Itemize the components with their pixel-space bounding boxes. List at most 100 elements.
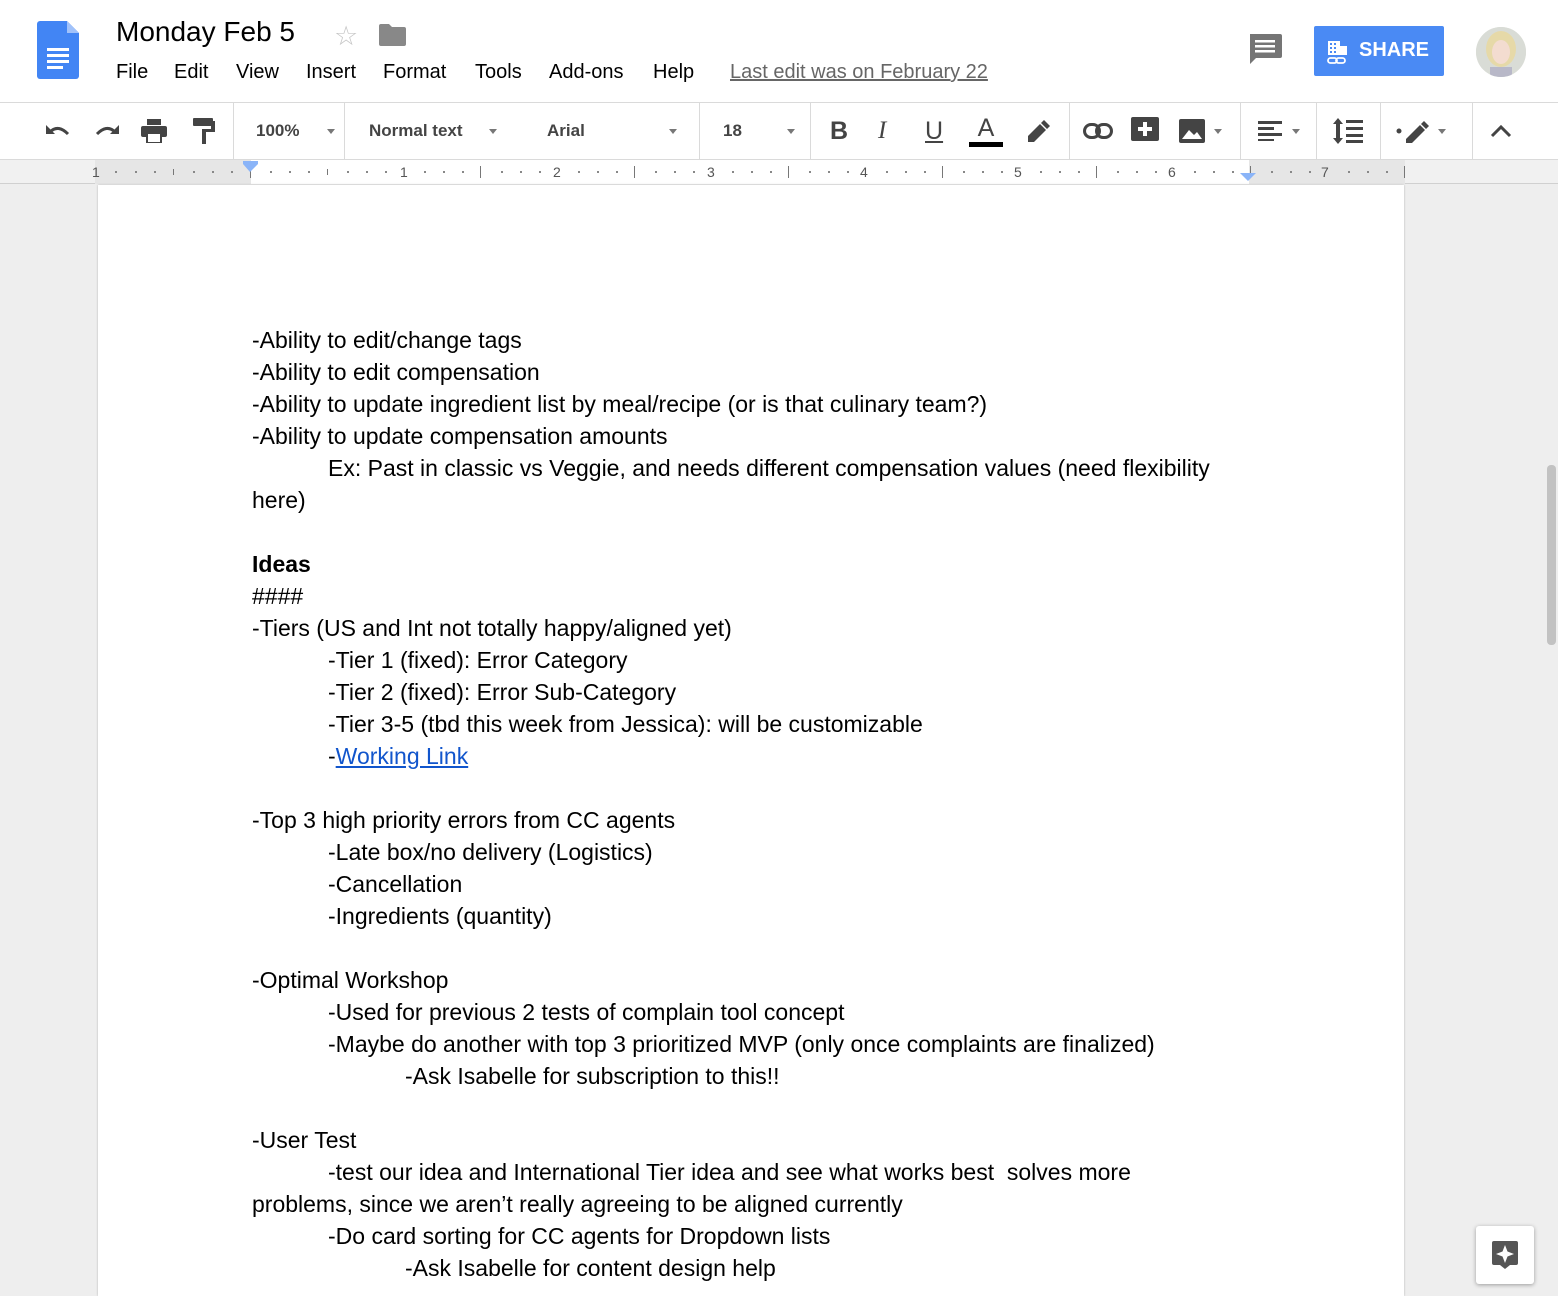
- doc-line: -Tier 2 (fixed): Error Sub-Category: [328, 679, 677, 705]
- style-value: Normal text: [369, 121, 463, 140]
- font-select[interactable]: Arial: [547, 103, 677, 159]
- left-indent-marker: [243, 164, 258, 172]
- font-size-value: 18: [723, 121, 742, 140]
- share-button[interactable]: SHARE: [1314, 26, 1444, 76]
- menu-insert[interactable]: Insert: [306, 61, 356, 84]
- highlight-icon[interactable]: [1024, 103, 1050, 159]
- explore-button[interactable]: [1476, 1226, 1534, 1284]
- ruler: 1 1 2 3 4 5 6 7: [0, 160, 1558, 184]
- doc-line: -Optimal Workshop: [252, 967, 449, 993]
- chevron-down-icon: [1438, 128, 1446, 134]
- link-prefix: -: [328, 743, 336, 769]
- working-link[interactable]: Working Link: [336, 743, 469, 769]
- underline-button[interactable]: U: [925, 103, 943, 159]
- document-body[interactable]: -Ability to edit/change tags -Ability to…: [252, 324, 1252, 1284]
- doc-line: -Maybe do another with top 3 prioritized…: [328, 1031, 1155, 1057]
- chevron-down-icon: [327, 128, 336, 134]
- zoom-value: 100%: [256, 121, 300, 140]
- menu-file[interactable]: File: [116, 61, 148, 84]
- bold-label: B: [830, 116, 849, 145]
- line-spacing-icon[interactable]: [1333, 103, 1363, 159]
- docs-logo-icon[interactable]: [37, 21, 79, 79]
- doc-line: -Tiers (US and Int not totally happy/ali…: [252, 615, 732, 641]
- collapse-menu-icon[interactable]: [1490, 103, 1512, 159]
- menu-view[interactable]: View: [236, 61, 279, 84]
- doc-line: -Ask Isabelle for content design help: [405, 1255, 776, 1281]
- ruler-number: 1: [92, 164, 100, 180]
- ruler-number: 4: [860, 164, 868, 180]
- doc-heading: Ideas: [252, 551, 311, 577]
- chevron-down-icon: [1292, 128, 1300, 134]
- menu-edit[interactable]: Edit: [174, 61, 208, 84]
- doc-line: problems, since we aren’t really agreein…: [252, 1191, 903, 1217]
- doc-line: here): [252, 487, 306, 513]
- insert-image-icon[interactable]: [1179, 103, 1222, 159]
- share-label: SHARE: [1359, 39, 1430, 61]
- undo-icon[interactable]: [44, 103, 72, 159]
- doc-line: -Do card sorting for CC agents for Dropd…: [328, 1223, 831, 1249]
- chevron-down-icon: [1214, 128, 1222, 134]
- ruler-number: 1: [400, 164, 408, 180]
- doc-line: -Cancellation: [328, 871, 463, 897]
- menu-tools[interactable]: Tools: [475, 61, 522, 84]
- print-icon[interactable]: [141, 103, 167, 159]
- doc-line: -test our idea and International Tier id…: [328, 1159, 1131, 1185]
- doc-line: -Ability to update compensation amounts: [252, 423, 668, 449]
- editing-mode-icon[interactable]: [1396, 103, 1446, 159]
- zoom-select[interactable]: 100%: [256, 103, 336, 159]
- chevron-down-icon: [786, 128, 795, 134]
- italic-button[interactable]: I: [878, 103, 886, 159]
- doc-line: -User Test: [252, 1127, 357, 1153]
- doc-line: -Top 3 high priority errors from CC agen…: [252, 807, 676, 833]
- menu-help[interactable]: Help: [653, 61, 694, 84]
- toolbar: 100% Normal text Arial 18 B I U A: [0, 102, 1558, 160]
- app-header: Monday Feb 5 ☆ File Edit View Insert For…: [0, 0, 1558, 102]
- redo-icon[interactable]: [93, 103, 121, 159]
- doc-line: ####: [252, 583, 304, 609]
- doc-line: -Ability to edit compensation: [252, 359, 540, 385]
- doc-line: -Ability to update ingredient list by me…: [252, 391, 988, 417]
- add-comment-icon[interactable]: [1131, 103, 1159, 159]
- doc-line-empty: [252, 1092, 1252, 1124]
- explore-icon: [1492, 1241, 1518, 1269]
- doc-line: -Ability to edit/change tags: [252, 327, 522, 353]
- doc-line: -Late box/no delivery (Logistics): [328, 839, 653, 865]
- doc-line-with-link: -Working Link: [252, 740, 1252, 772]
- chevron-down-icon: [488, 128, 497, 134]
- doc-line-empty: [252, 932, 1252, 964]
- menu-format[interactable]: Format: [383, 61, 446, 84]
- ruler-number: 2: [553, 164, 561, 180]
- paint-format-icon[interactable]: [193, 103, 215, 159]
- chevron-down-icon: [668, 128, 677, 134]
- doc-line: -Tier 1 (fixed): Error Category: [328, 647, 628, 673]
- font-size-select[interactable]: 18: [723, 103, 795, 159]
- ruler-number: 7: [1321, 164, 1329, 180]
- menu-addons[interactable]: Add-ons: [549, 61, 624, 84]
- italic-label: I: [878, 117, 887, 144]
- share-building-icon: [1327, 41, 1347, 64]
- link-icon[interactable]: [1083, 103, 1113, 159]
- ruler-number: 3: [707, 164, 715, 180]
- vertical-scrollbar[interactable]: [1543, 185, 1558, 1296]
- align-icon[interactable]: [1258, 103, 1300, 159]
- folder-icon[interactable]: [379, 24, 406, 46]
- style-select[interactable]: Normal text: [369, 103, 497, 159]
- document-title[interactable]: Monday Feb 5: [116, 16, 295, 48]
- text-color-label: A: [977, 113, 995, 142]
- ruler-number: 5: [1014, 164, 1022, 180]
- star-icon[interactable]: ☆: [334, 21, 358, 52]
- scrollbar-thumb[interactable]: [1547, 465, 1556, 645]
- avatar[interactable]: [1476, 27, 1526, 77]
- bold-button[interactable]: B: [830, 103, 848, 159]
- doc-line-empty: [252, 516, 1252, 548]
- last-edit-link[interactable]: Last edit was on February 22: [730, 61, 988, 84]
- doc-line: -Used for previous 2 tests of complain t…: [328, 999, 845, 1025]
- doc-line: -Ingredients (quantity): [328, 903, 552, 929]
- font-value: Arial: [547, 121, 585, 140]
- text-color-button[interactable]: A: [969, 103, 1003, 159]
- comments-icon[interactable]: [1248, 34, 1282, 66]
- doc-line: Ex: Past in classic vs Veggie, and needs…: [328, 455, 1210, 481]
- underline-label: U: [925, 116, 944, 145]
- ruler-number: 6: [1168, 164, 1176, 180]
- doc-line: -Ask Isabelle for subscription to this!!: [405, 1063, 780, 1089]
